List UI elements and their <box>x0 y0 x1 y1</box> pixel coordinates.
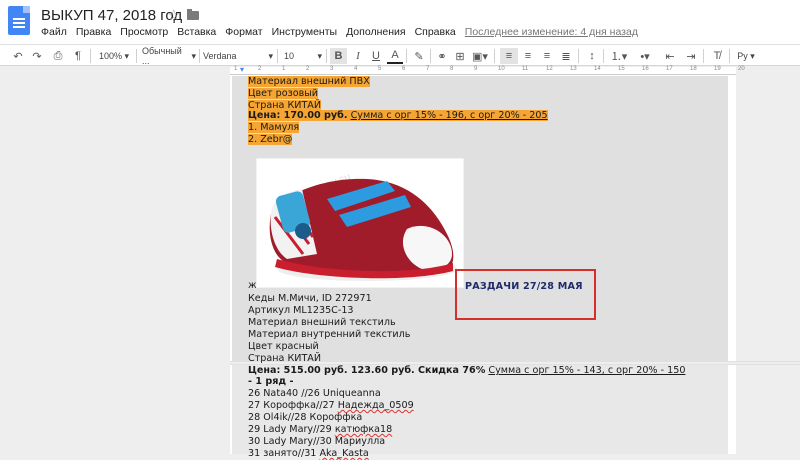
ruler-mark: 2 <box>258 66 262 72</box>
ruler-mark: 14 <box>594 66 601 72</box>
ruler-mark: 12 <box>546 66 553 72</box>
ruler-mark: 15 <box>618 66 625 72</box>
ruler-mark: 1 <box>282 66 286 72</box>
price2-link[interactable]: Сумма с орг 15% - 143, с орг 20% - 150 <box>488 365 685 376</box>
image-icon[interactable]: ▣▾ <box>470 48 490 64</box>
doc-line: Материал внешний текстиль <box>248 317 396 328</box>
ruler-mark: 9 <box>474 66 478 72</box>
print-icon[interactable]: ⎙ <box>50 48 66 64</box>
menu-file[interactable]: Файл <box>41 26 67 38</box>
menu-view[interactable]: Просмотр <box>120 26 168 38</box>
list-item: 27 Короффка//27 Надежда_0509 <box>248 400 414 411</box>
toolbar: ↶ ↷ ⎙ ¶ 100% ▾ Обычный ... ▾ Verdana ▾ 10… <box>0 44 800 66</box>
text-color-button[interactable]: A <box>387 48 403 64</box>
clear-formatting-icon[interactable]: T̸ <box>709 48 725 64</box>
ruler-mark: 20 <box>738 66 745 72</box>
menu-edit[interactable]: Правка <box>76 26 111 38</box>
list-item: 31 занято//31 Aka_Kasta <box>248 448 369 459</box>
ruler-mark: 5 <box>378 66 382 72</box>
style-value: Обычный ... <box>142 46 182 66</box>
header: ВЫКУП 47, 2018 год ☆ Файл Правка Просмот… <box>0 0 800 44</box>
align-center-icon[interactable]: ≡ <box>520 48 536 64</box>
menu-format[interactable]: Формат <box>225 26 262 38</box>
price2-text: Цена: 515.00 руб. 123.60 руб. Скидка 76% <box>248 365 486 376</box>
line-spacing-icon[interactable]: ↕ <box>584 48 600 64</box>
list-item: 30 Lady Mary//30 Мариулла <box>248 436 386 447</box>
doc-line: 2. Zebr@ <box>248 134 293 145</box>
item-name: Кеды М.Мичи, ID 272971 <box>248 293 372 304</box>
link-icon[interactable]: ⚭ <box>434 48 450 64</box>
font-size-value: 10 <box>284 51 295 61</box>
undo-icon[interactable]: ↶ <box>10 48 26 64</box>
annotation-text: РАЗДАЧИ 27/28 МАЯ <box>465 281 583 292</box>
star-icon[interactable]: ☆ <box>167 6 180 24</box>
list-item: 26 Nata40 //26 Uniqueanna <box>248 388 381 399</box>
input-tools-value: Ру <box>737 51 748 61</box>
highlight-icon[interactable]: ✎ <box>412 48 426 64</box>
doc-line: 1. Мамуля <box>248 122 300 133</box>
ruler-mark: 3 <box>330 66 334 72</box>
font-value: Verdana <box>203 51 237 61</box>
row-header: - 1 ряд - <box>248 376 294 387</box>
align-left-icon[interactable]: ≡ <box>500 48 518 64</box>
menu-help[interactable]: Справка <box>415 26 456 38</box>
item-article: Артикул ML1235C-13 <box>248 305 354 316</box>
decrease-indent-icon[interactable]: ⇤ <box>662 48 678 64</box>
bold-button[interactable]: B <box>330 48 347 64</box>
ruler-mark: 2 <box>306 66 310 72</box>
folder-icon[interactable] <box>187 9 199 20</box>
ruler-mark: 11 <box>522 66 529 72</box>
font-size-select[interactable]: 10 ▾ <box>284 48 322 64</box>
list-item: 28 Ol4ik//28 Короффка <box>248 412 363 423</box>
paint-format-icon[interactable]: ¶ <box>70 48 86 64</box>
ruler-mark: 10 <box>498 66 505 72</box>
product-image[interactable]: www.vzv.su www.vzv.su <box>256 158 464 288</box>
list-item: 29 Lady Mary//29 катюфка18 <box>248 424 393 435</box>
bulleted-list-icon[interactable]: •▾ <box>634 48 656 64</box>
comment-icon[interactable]: ⊞ <box>452 48 468 64</box>
ruler-mark: 16 <box>642 66 649 72</box>
price-text: Цена: 170.00 руб. <box>248 110 348 121</box>
menu-insert[interactable]: Вставка <box>177 26 216 38</box>
ruler-mark: 19 <box>714 66 721 72</box>
ruler-mark: 13 <box>570 66 577 72</box>
italic-button[interactable]: I <box>350 48 366 64</box>
input-tools-select[interactable]: Ру ▾ <box>734 48 758 64</box>
doc-line: Страна КИТАЙ <box>248 353 322 364</box>
google-docs-icon[interactable] <box>8 6 30 35</box>
ruler-mark: 4 <box>354 66 358 72</box>
document-title[interactable]: ВЫКУП 47, 2018 год <box>41 7 182 24</box>
annotation-box <box>455 269 596 320</box>
ruler[interactable]: ▾ 1 2 1 2 3 4 5 6 7 8 9 10 11 12 13 14 15 16 17 18 19 20 <box>230 65 745 75</box>
style-select[interactable]: Обычный ... ▾ <box>142 46 196 66</box>
doc-line: Материал внутренний текстиль <box>248 329 411 340</box>
price-link[interactable]: Сумма с орг 15% - 196, с орг 20% - 205 <box>351 110 548 121</box>
last-edit-link[interactable]: Последнее изменение: 4 дня назад <box>465 26 638 38</box>
ruler-mark: 8 <box>450 66 454 72</box>
ruler-mark: 7 <box>426 66 430 72</box>
zoom-select[interactable]: 100% ▾ <box>95 48 133 64</box>
doc-line: Цвет розовый <box>248 88 319 99</box>
menu-addons[interactable]: Дополнения <box>346 26 405 38</box>
sneaker-image: www.vzv.su www.vzv.su <box>269 172 457 281</box>
underline-button[interactable]: U <box>368 48 384 64</box>
align-right-icon[interactable]: ≡ <box>539 48 555 64</box>
menu-bar: Файл Правка Просмотр Вставка Формат Инст… <box>41 26 647 38</box>
doc-line: Цвет красный <box>248 341 319 352</box>
zoom-value: 100% <box>98 51 122 61</box>
font-select[interactable]: Verdana ▾ <box>203 48 273 64</box>
indent-marker-icon[interactable]: ▾ <box>240 65 244 74</box>
doc-line: Материал внешний ПВХ <box>248 76 370 87</box>
ruler-mark: 18 <box>690 66 697 72</box>
ruler-mark: 17 <box>666 66 673 72</box>
align-justify-icon[interactable]: ≣ <box>558 48 574 64</box>
numbered-list-icon[interactable]: ⒈▾ <box>608 48 630 64</box>
ruler-mark: 1 <box>234 66 238 72</box>
ruler-mark: 6 <box>402 66 406 72</box>
menu-tools[interactable]: Инструменты <box>272 26 337 38</box>
redo-icon[interactable]: ↷ <box>29 48 45 64</box>
increase-indent-icon[interactable]: ⇥ <box>683 48 699 64</box>
